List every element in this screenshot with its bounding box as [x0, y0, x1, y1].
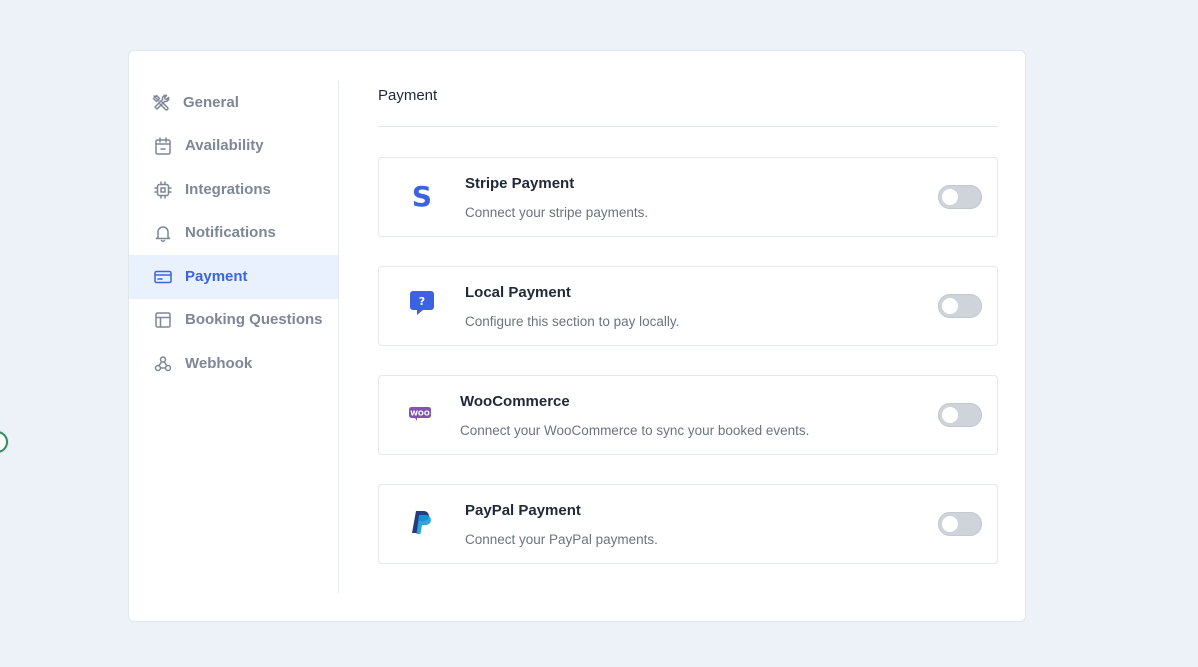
- title-divider: [378, 126, 998, 127]
- credit-card-icon: [153, 267, 173, 287]
- settings-card: General Availability Integrations Notifi…: [128, 50, 1026, 622]
- sidebar-item-label: Booking Questions: [185, 311, 323, 328]
- calendar-icon: [153, 136, 173, 156]
- sidebar-item-label: Payment: [185, 268, 248, 285]
- payment-method-description: Configure this section to pay locally.: [465, 314, 680, 329]
- sidebar-item-notifications[interactable]: Notifications: [129, 211, 338, 255]
- sidebar-item-label: General: [183, 94, 239, 111]
- sidebar-item-label: Webhook: [185, 355, 253, 372]
- payment-method-local: ? Local Payment Configure this section t…: [378, 266, 998, 346]
- payment-method-title: Local Payment: [465, 284, 571, 301]
- payment-method-description: Connect your PayPal payments.: [465, 532, 658, 547]
- payment-method-description: Connect your stripe payments.: [465, 205, 649, 220]
- payment-method-stripe: S Stripe Payment Connect your stripe pay…: [378, 157, 998, 237]
- payment-method-woocommerce: WOO WooCommerce Connect your WooCommerce…: [378, 375, 998, 455]
- page-title: Payment: [378, 87, 438, 104]
- layout-icon: [153, 310, 173, 330]
- payment-method-title: PayPal Payment: [465, 502, 581, 519]
- payment-method-title: WooCommerce: [460, 393, 570, 410]
- toggle-knob: [942, 298, 958, 314]
- sidebar-item-availability[interactable]: Availability: [129, 124, 338, 168]
- payment-method-title: Stripe Payment: [465, 175, 575, 192]
- chat-question-icon: ?: [407, 289, 437, 319]
- sidebar-item-webhook[interactable]: Webhook: [129, 342, 338, 386]
- sidebar-item-booking-questions[interactable]: Booking Questions: [129, 298, 338, 342]
- sidebar-item-label: Availability: [185, 137, 264, 154]
- sidebar-item-payment[interactable]: Payment: [129, 255, 338, 299]
- woocommerce-toggle[interactable]: [938, 403, 982, 427]
- stripe-icon: S: [407, 180, 437, 210]
- toggle-knob: [942, 516, 958, 532]
- bell-icon: [153, 223, 173, 243]
- sidebar-item-general[interactable]: General: [129, 81, 338, 125]
- chip-icon: [153, 180, 173, 200]
- toggle-knob: [942, 407, 958, 423]
- settings-sidebar: General Availability Integrations Notifi…: [129, 81, 339, 593]
- sidebar-item-integrations[interactable]: Integrations: [129, 168, 338, 212]
- paypal-toggle[interactable]: [938, 512, 982, 536]
- sidebar-item-label: Notifications: [185, 224, 276, 241]
- floating-badge-icon[interactable]: [0, 431, 8, 453]
- svg-text:S: S: [412, 180, 432, 210]
- webhook-icon: [153, 354, 173, 374]
- stripe-toggle[interactable]: [938, 185, 982, 209]
- toggle-knob: [942, 189, 958, 205]
- payment-method-description: Connect your WooCommerce to sync your bo…: [460, 423, 810, 438]
- sidebar-item-label: Integrations: [185, 181, 271, 198]
- woocommerce-icon: WOO: [407, 398, 437, 428]
- paypal-icon: [407, 507, 437, 537]
- svg-text:?: ?: [419, 295, 425, 308]
- payment-method-paypal: PayPal Payment Connect your PayPal payme…: [378, 484, 998, 564]
- local-payment-toggle[interactable]: [938, 294, 982, 318]
- tools-icon: [151, 93, 171, 113]
- svg-text:WOO: WOO: [410, 410, 430, 418]
